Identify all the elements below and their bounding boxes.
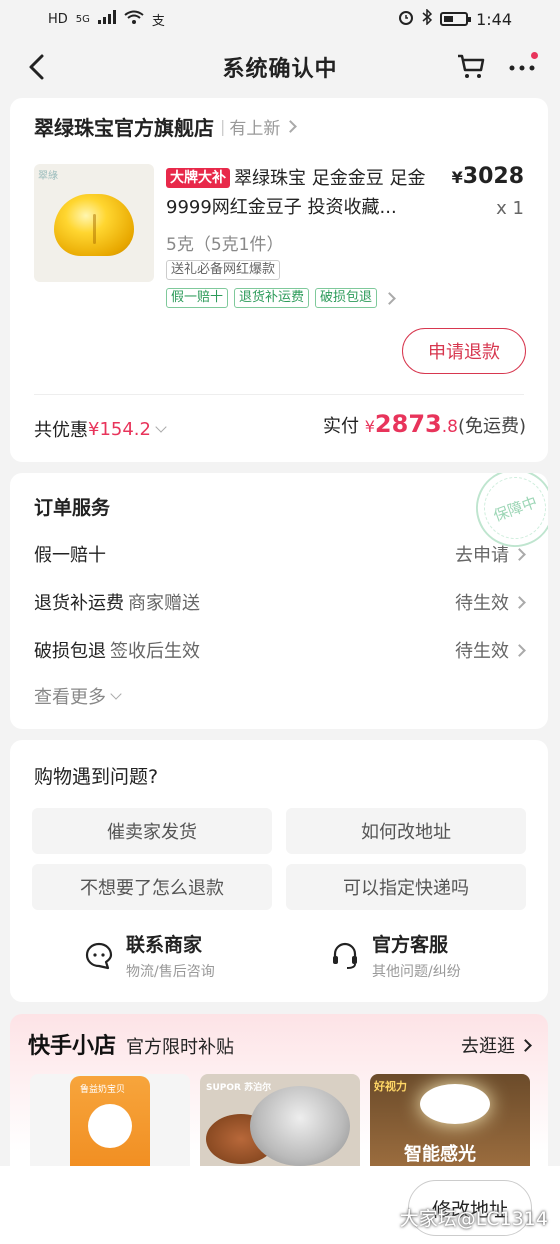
shop-go-link[interactable]: 去逛逛: [461, 1032, 532, 1058]
price-value: 3028: [462, 164, 524, 189]
product-brand-label: 鲁益奶宝贝: [80, 1085, 126, 1095]
bluetooth-icon: [422, 8, 433, 29]
more-icon[interactable]: [506, 52, 540, 82]
pot-picture: [250, 1086, 350, 1166]
notification-dot: [531, 52, 538, 59]
product-brand-label: SUPOR 苏泊尔: [206, 1083, 272, 1093]
help-card: 购物遇到问题? 催卖家发货 如何改地址 不想要了怎么退款 可以指定快递吗 联系商…: [10, 740, 548, 1002]
status-time: 1:44: [476, 9, 512, 29]
product-image-logo: 翠綠: [38, 171, 58, 182]
price-symbol: ¥: [451, 168, 463, 187]
network-type-label: 5G: [75, 13, 90, 25]
paid-label: 实付: [323, 416, 359, 437]
order-services-card: 订单服务 保障中 假一赔十 去申请 退货补运费 商家赠送 待生效 破损包退 签收后生…: [10, 473, 548, 729]
chevron-right-icon: [513, 547, 526, 561]
chevron-down-icon: [155, 420, 167, 433]
headset-icon: [330, 941, 360, 971]
service-status: 待生效: [455, 593, 509, 614]
service-row[interactable]: 破损包退 签收后生效 待生效: [34, 635, 526, 665]
alipay-indicator: 支: [151, 13, 165, 29]
product-quantity: x 1: [496, 198, 524, 219]
discount-summary[interactable]: 共优惠 ¥154.2: [34, 416, 167, 442]
view-more-label: 查看更多: [34, 687, 106, 708]
shop-header: 快手小店 官方限时补贴: [28, 1028, 234, 1060]
service-name: 破损包退: [34, 641, 106, 662]
chevron-right-icon: [519, 1038, 532, 1052]
battery-icon: [440, 12, 472, 26]
service-sub: 商家赠送: [128, 593, 200, 614]
help-title: 购物遇到问题?: [34, 766, 159, 788]
service-row[interactable]: 退货补运费 商家赠送 待生效: [34, 587, 526, 617]
store-header[interactable]: 翠绿珠宝官方旗舰店 | 有上新: [34, 112, 298, 141]
question-button[interactable]: 如何改地址: [286, 808, 526, 854]
official-service-button[interactable]: 官方客服 其他问题/纠纷: [330, 930, 461, 981]
service-tag: 退货补运费: [234, 288, 310, 308]
contact-name: 联系商家: [126, 934, 203, 956]
paid-amount-int: 2873: [374, 410, 442, 438]
wifi-icon: [124, 10, 144, 28]
product-image[interactable]: 翠綠: [34, 164, 154, 282]
back-icon[interactable]: [24, 52, 52, 82]
question-button[interactable]: 可以指定快递吗: [286, 864, 526, 910]
discount-amount: ¥154.2: [88, 418, 151, 440]
product-title[interactable]: 大牌大补 翠绿珠宝 足金金豆 足金9999网红金豆子 投资收藏...: [166, 164, 448, 222]
view-more-link[interactable]: 查看更多: [34, 683, 122, 709]
chevron-right-icon: [284, 120, 298, 133]
shop-name: 快手小店: [28, 1034, 117, 1059]
gold-bean-picture: [54, 194, 134, 256]
shop-go-label: 去逛逛: [461, 1036, 515, 1057]
order-product-card: 翠绿珠宝官方旗舰店 | 有上新 翠綠 大牌大补 翠绿珠宝 足金金豆 足金9999网…: [10, 98, 548, 462]
divider: [34, 394, 524, 395]
nav-bar: 系统确认中: [0, 38, 560, 96]
chat-icon: [84, 941, 114, 971]
service-name: 退货补运费: [34, 593, 124, 614]
paid-currency: ¥: [364, 417, 375, 436]
refund-button[interactable]: 申请退款: [402, 328, 526, 374]
services-title: 订单服务: [34, 497, 111, 519]
question-button[interactable]: 不想要了怎么退款: [32, 864, 272, 910]
product-price: ¥3028: [452, 164, 524, 189]
service-tag: 破损包退: [315, 288, 378, 308]
service-status: 待生效: [455, 641, 509, 662]
contact-sub: 其他问题/纠纷: [372, 964, 461, 980]
cart-icon[interactable]: [456, 52, 486, 80]
lamp-picture: [420, 1084, 490, 1124]
chevron-down-icon: [110, 687, 122, 700]
shop-subtitle: 官方限时补贴: [126, 1037, 235, 1058]
store-new-link[interactable]: 有上新: [229, 114, 280, 139]
service-tag: 假一赔十: [166, 288, 229, 308]
status-bar: HD 5G 支 1:44: [0, 0, 560, 38]
service-row[interactable]: 假一赔十 去申请: [34, 539, 526, 569]
service-tags[interactable]: 假一赔十 退货补运费 破损包退: [166, 288, 396, 308]
chevron-right-icon: [383, 291, 396, 305]
store-name[interactable]: 翠绿珠宝官方旗舰店: [34, 112, 214, 141]
question-button[interactable]: 催卖家发货: [32, 808, 272, 854]
chevron-right-icon: [513, 595, 526, 609]
signal-icon: [97, 10, 116, 28]
service-sub: 签收后生效: [110, 641, 200, 662]
contact-sub: 物流/售后咨询: [126, 964, 215, 980]
service-status: 去申请: [455, 545, 509, 566]
discount-label: 共优惠: [34, 420, 88, 441]
paid-total: 实付 ¥2873.8(免运费): [323, 410, 526, 438]
page-title: 系统确认中: [222, 57, 338, 82]
alarm-icon: [398, 9, 414, 29]
contact-name: 官方客服: [372, 934, 449, 956]
network-hd-label: HD: [48, 11, 68, 27]
product-brand-label: 好视力: [374, 1080, 407, 1093]
service-name: 假一赔十: [34, 545, 106, 566]
product-spec: 5克（5克1件）: [166, 235, 284, 255]
shipping-note: (免运费): [457, 416, 526, 437]
brand-tag: 大牌大补: [166, 168, 230, 188]
product-feature-text: 智能感光: [404, 1144, 476, 1165]
product-promo-tag: 送礼必备网红爆款: [166, 260, 281, 280]
paid-amount-dec: .8: [441, 417, 458, 437]
watermark: 大家坛@LC1314: [399, 1208, 548, 1230]
store-divider: |: [220, 117, 226, 136]
chevron-right-icon: [513, 643, 526, 657]
contact-merchant-button[interactable]: 联系商家 物流/售后咨询: [84, 930, 215, 981]
